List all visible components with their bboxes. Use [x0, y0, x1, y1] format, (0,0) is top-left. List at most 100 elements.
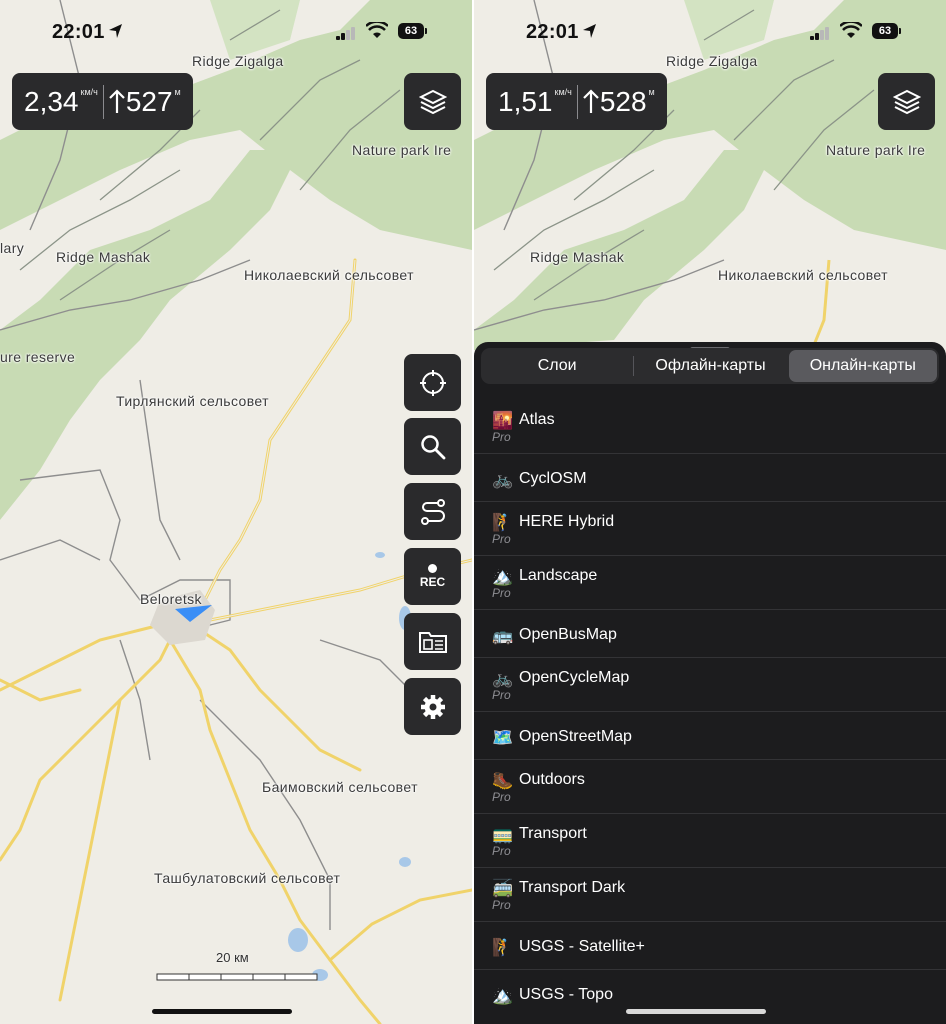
- list-item-label: Landscape: [519, 567, 598, 584]
- bicycle-icon: 🚲: [492, 669, 514, 688]
- widget-separator: [576, 84, 578, 119]
- locate-button[interactable]: [404, 354, 461, 411]
- speed-unit: км/ч: [80, 87, 98, 97]
- list-item-atlas[interactable]: 🌇 Atlas Pro: [474, 400, 946, 454]
- list-item-usgs-satellite[interactable]: 🧗 USGS - Satellite+: [474, 922, 946, 970]
- list-item-cyclosm[interactable]: 🚲 CyclOSM: [474, 454, 946, 502]
- right-screen: 22:01 63 1,51 км/ч 528 м Ridge Zigalga N…: [474, 0, 946, 1024]
- rec-icon: [428, 564, 437, 573]
- altitude-unit: м: [648, 87, 655, 97]
- status-bar: 22:01 63: [0, 18, 472, 46]
- saved-items-button[interactable]: [404, 613, 461, 670]
- route-icon: [420, 498, 445, 525]
- search-icon: [420, 434, 445, 459]
- list-item-label: OpenBusMap: [519, 626, 617, 643]
- map-label: Ridge Zigalga: [192, 53, 284, 69]
- scale-label: 20 км: [216, 950, 249, 965]
- route-button[interactable]: [404, 483, 461, 540]
- battery-tip: [425, 28, 427, 34]
- speed-altitude-widget[interactable]: 2,34 км/ч 527 м: [12, 73, 193, 130]
- altitude-value: 527: [125, 85, 173, 117]
- clock: 22:01: [526, 21, 579, 43]
- cellular-signal-icon: [336, 26, 358, 40]
- wifi-icon: [840, 22, 862, 38]
- list-item-here-hybrid[interactable]: 🧗 HERE Hybrid Pro: [474, 502, 946, 556]
- list-item-label: Atlas: [519, 411, 555, 428]
- speed-altitude-widget[interactable]: 1,51 км/ч 528 м: [486, 73, 667, 130]
- list-item-label: Outdoors: [519, 771, 585, 788]
- list-item-label: OpenStreetMap: [519, 728, 632, 745]
- list-item-transport[interactable]: 🚃 Transport Pro: [474, 814, 946, 868]
- widget-separator: [102, 84, 104, 119]
- battery-icon: 63: [872, 23, 898, 39]
- location-arrow-icon: [583, 24, 596, 38]
- bus-icon: 🚌: [492, 626, 514, 645]
- list-item-opencyclemap[interactable]: 🚲 OpenCycleMap Pro: [474, 658, 946, 712]
- home-indicator: [626, 1009, 766, 1014]
- tab-online-maps[interactable]: Онлайн-карты: [788, 350, 937, 382]
- layers-button[interactable]: [404, 73, 461, 130]
- pro-badge: Pro: [492, 688, 511, 702]
- layers-icon: [892, 89, 921, 114]
- mountain-icon: 🏔️: [492, 986, 514, 1005]
- tab-layers[interactable]: Слои: [483, 350, 631, 382]
- climber-icon: 🧗: [492, 513, 514, 532]
- settings-button[interactable]: [404, 678, 461, 735]
- online-maps-list: 🌇 Atlas Pro 🚲 CyclOSM 🧗 HERE Hybrid Pro …: [474, 400, 946, 1022]
- home-indicator: [152, 1009, 292, 1014]
- map-sources-sheet: Слои Офлайн-карты Онлайн-карты 🌇 Atlas P…: [474, 342, 946, 1024]
- climber-icon: 🧗: [492, 938, 514, 957]
- list-item-landscape[interactable]: 🏔️ Landscape Pro: [474, 556, 946, 610]
- segment-separator: [633, 356, 635, 376]
- map-label: Николаевский сельсовет: [244, 267, 414, 283]
- map-label: Николаевский сельсовет: [718, 267, 888, 283]
- battery-tip: [899, 28, 901, 34]
- tram-icon: 🚃: [492, 825, 514, 844]
- world-map-icon: 🗺️: [492, 728, 514, 747]
- list-item-openbusmap[interactable]: 🚌 OpenBusMap: [474, 610, 946, 658]
- left-screen: 22:01 63 2,34 км/ч 527 м Ridge Zigalga N…: [0, 0, 472, 1024]
- folder-icon: [418, 631, 447, 653]
- speed-value: 2,34: [24, 85, 79, 117]
- gear-icon: [420, 694, 445, 719]
- pro-badge: Pro: [492, 430, 511, 444]
- list-item-outdoors[interactable]: 🥾 Outdoors Pro: [474, 760, 946, 814]
- map-scale: 20 км: [156, 950, 318, 989]
- tab-offline-maps[interactable]: Офлайн-карты: [636, 350, 784, 382]
- hiking-boot-icon: 🥾: [492, 771, 514, 790]
- altitude-value: 528: [599, 85, 647, 117]
- list-item-openstreetmap[interactable]: 🗺️ OpenStreetMap: [474, 712, 946, 760]
- map-label: lary: [0, 240, 25, 256]
- list-item-label: OpenCycleMap: [519, 669, 630, 686]
- list-item-label: HERE Hybrid: [519, 513, 615, 530]
- map-label: Баимовский сельсовет: [262, 779, 418, 795]
- atlas-icon: 🌇: [492, 411, 514, 430]
- list-item-usgs-topo[interactable]: 🏔️ USGS - Topo: [474, 970, 946, 1022]
- record-button[interactable]: REC: [404, 548, 461, 605]
- map-label: ure reserve: [0, 349, 76, 365]
- status-bar: 22:01 63: [474, 18, 946, 46]
- layers-icon: [418, 89, 447, 114]
- list-item-label: USGS - Satellite+: [519, 938, 645, 955]
- location-arrow-icon: [109, 24, 122, 38]
- map-label: Ridge Mashak: [530, 249, 625, 265]
- search-button[interactable]: [404, 418, 461, 475]
- pro-badge: Pro: [492, 898, 511, 912]
- wifi-icon: [366, 22, 388, 38]
- list-item-label: Transport Dark: [519, 879, 626, 896]
- segmented-control: Слои Офлайн-карты Онлайн-карты: [481, 348, 939, 384]
- map-label: Ridge Zigalga: [666, 53, 758, 69]
- pro-badge: Pro: [492, 532, 511, 546]
- layers-button[interactable]: [878, 73, 935, 130]
- list-item-label: Transport: [519, 825, 587, 842]
- rec-label: REC: [419, 575, 446, 589]
- pro-badge: Pro: [492, 844, 511, 858]
- clock: 22:01: [52, 21, 105, 43]
- cellular-signal-icon: [810, 26, 832, 40]
- list-item-transport-dark[interactable]: 🚎 Transport Dark Pro: [474, 868, 946, 922]
- mountain-icon: 🏔️: [492, 567, 514, 586]
- altitude-unit: м: [174, 87, 181, 97]
- trolleybus-icon: 🚎: [492, 879, 514, 898]
- list-item-label: USGS - Topo: [519, 986, 613, 1003]
- locate-icon: [419, 369, 446, 396]
